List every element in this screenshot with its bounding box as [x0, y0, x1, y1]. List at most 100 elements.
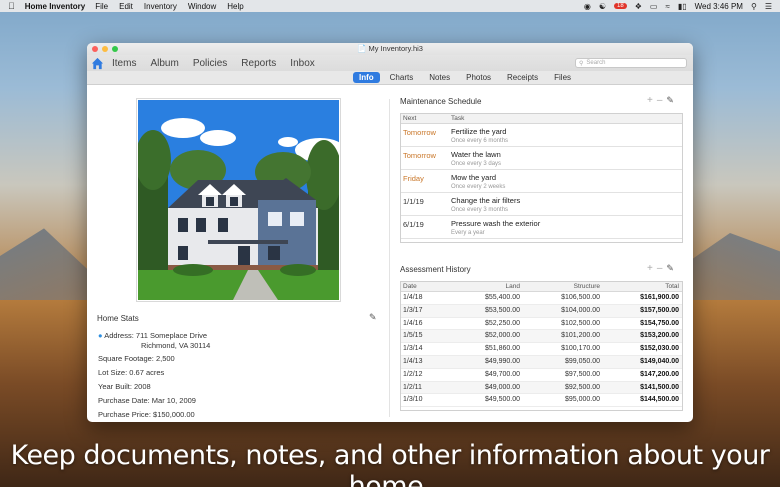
map-pin-icon[interactable]: ● — [98, 331, 103, 340]
apple-icon[interactable]:  — [8, 1, 15, 11]
assessment-structure: $106,500.00 — [561, 294, 600, 301]
maintenance-task: Fertilize the yard — [451, 127, 507, 136]
home-icon[interactable] — [91, 57, 104, 70]
nav-inbox[interactable]: Inbox — [290, 58, 314, 69]
col-land[interactable]: Land — [506, 283, 520, 290]
assessment-land: $55,400.00 — [484, 294, 520, 301]
address-line1: 711 Someplace Drive — [135, 331, 208, 340]
assessment-row[interactable]: 1/5/15 $52,000.00 $101,200.00 $153,200.00 — [401, 330, 682, 344]
notification-badge[interactable]: 18 — [614, 3, 627, 9]
edit-home-stats-pencil-icon[interactable]: ✎ — [369, 312, 377, 323]
assessment-land: $52,000.00 — [484, 332, 520, 340]
col-total[interactable]: Total — [665, 283, 679, 290]
stat-lot-size: Lot Size: 0.67 acres — [98, 368, 165, 377]
remove-maintenance-minus-icon[interactable]: – — [657, 95, 663, 106]
tab-files[interactable]: Files — [548, 72, 577, 83]
zoom-button[interactable] — [112, 46, 118, 52]
maintenance-task: Change the air filters — [451, 196, 521, 205]
tab-photos[interactable]: Photos — [460, 72, 497, 83]
assessment-row[interactable]: 1/2/12 $49,700.00 $97,500.00 $147,200.00 — [401, 369, 682, 382]
assessment-total: $153,200.00 — [640, 332, 679, 340]
address-line2: Richmond, VA 30114 — [141, 341, 211, 350]
assessment-row[interactable]: 1/4/16 $52,250.00 $102,500.00 $154,750.00 — [401, 318, 682, 331]
menu-help[interactable]: Help — [227, 2, 243, 11]
menu-file[interactable]: File — [95, 2, 108, 11]
spotlight-search-icon[interactable]: ⚲ — [751, 2, 757, 11]
tab-notes[interactable]: Notes — [423, 72, 456, 83]
tab-info[interactable]: Info — [352, 72, 380, 83]
house-image — [138, 100, 339, 300]
title-bar: 📄 My Inventory.hi3 — [87, 43, 693, 55]
search-icon: ⚲ — [579, 60, 584, 67]
assessment-structure: $101,200.00 — [561, 332, 600, 340]
col-date[interactable]: Date — [403, 283, 417, 290]
maintenance-row[interactable]: Friday Mow the yard Once every 2 weeks — [401, 170, 682, 193]
stat-purchase-date: Purchase Date: Mar 10, 2009 — [98, 396, 196, 405]
assessment-row[interactable]: 1/3/10 $49,500.00 $95,000.00 $144,500.00 — [401, 394, 682, 408]
edit-maintenance-pencil-icon[interactable]: ✎ — [666, 95, 674, 106]
assessment-total: $147,200.00 — [640, 370, 679, 378]
menu-inventory[interactable]: Inventory — [144, 2, 177, 11]
maintenance-row[interactable]: 6/1/19 Pressure wash the exterior Every a … — [401, 216, 682, 239]
dropbox-icon[interactable]: ❖ — [635, 2, 642, 11]
assessment-total: $154,750.00 — [640, 319, 679, 327]
assessment-row[interactable]: 1/4/18 $55,400.00 $106,500.00 $161,900.00 — [401, 292, 682, 305]
marketing-caption: Keep documents, notes, and other informa… — [10, 440, 770, 487]
assessment-row[interactable]: 1/3/17 $53,500.00 $104,000.00 $157,500.00 — [401, 304, 682, 318]
menu-clock[interactable]: Wed 3:46 PM — [695, 2, 743, 11]
assessment-date: 1/3/17 — [403, 306, 423, 314]
menu-app-name[interactable]: Home Inventory — [25, 2, 85, 11]
maintenance-next: Tomorrow — [403, 151, 436, 160]
edit-assessment-pencil-icon[interactable]: ✎ — [666, 263, 674, 274]
assessment-row[interactable]: 1/4/13 $49,990.00 $99,050.00 $149,040.00 — [401, 355, 682, 369]
subtab-bar: Info Charts Notes Photos Receipts Files — [87, 71, 693, 85]
menu-edit[interactable]: Edit — [119, 2, 133, 11]
maintenance-row[interactable]: Tomorrow Water the lawn Once every 3 days — [401, 147, 682, 170]
maintenance-task: Water the lawn — [451, 150, 501, 159]
tab-receipts[interactable]: Receipts — [501, 72, 544, 83]
minimize-button[interactable] — [102, 46, 108, 52]
col-structure[interactable]: Structure — [574, 283, 600, 290]
col-next[interactable]: Next — [403, 115, 416, 122]
wifi-icon[interactable]: ≈ — [665, 2, 669, 11]
add-assessment-plus-icon[interactable]: + — [647, 263, 653, 274]
maintenance-next: Friday — [403, 174, 424, 183]
airplay-icon[interactable]: ▭ — [650, 2, 658, 11]
nav-album[interactable]: Album — [150, 58, 178, 69]
assessment-date: 1/3/14 — [403, 345, 423, 353]
maintenance-frequency: Every a year — [451, 230, 485, 236]
home-photo[interactable] — [136, 98, 341, 302]
assessment-land: $49,990.00 — [484, 357, 520, 365]
notification-center-icon[interactable]: ☰ — [765, 2, 772, 11]
nav-policies[interactable]: Policies — [193, 58, 227, 69]
assessment-date: 1/4/16 — [403, 319, 423, 327]
battery-icon[interactable]: ▮▯ — [678, 2, 687, 11]
close-button[interactable] — [92, 46, 98, 52]
nav-items[interactable]: Items — [112, 58, 136, 69]
app-window: 📄 My Inventory.hi3 Items Album Policies … — [87, 43, 693, 422]
maintenance-next: 1/1/19 — [403, 197, 424, 206]
assessment-row[interactable]: 1/2/11 $49,000.00 $92,500.00 $141,500.00 — [401, 381, 682, 395]
menu-window[interactable]: Window — [188, 2, 216, 11]
search-input[interactable]: ⚲ Search — [575, 58, 687, 68]
assessment-row[interactable]: 1/3/14 $51,860.00 $100,170.00 $152,030.00 — [401, 343, 682, 356]
assessment-total: $149,040.00 — [640, 357, 679, 365]
assessment-land: $53,500.00 — [484, 306, 520, 314]
maintenance-task: Pressure wash the exterior — [451, 219, 541, 228]
maintenance-row[interactable]: 1/1/19 Change the air filters Once every 3… — [401, 193, 682, 216]
maintenance-table: Next Task Tomorrow Fertilize the yard Once… — [400, 113, 683, 243]
nav-reports[interactable]: Reports — [241, 58, 276, 69]
assessment-title: Assessment History — [400, 265, 471, 274]
add-maintenance-plus-icon[interactable]: + — [647, 95, 653, 106]
assessment-total: $152,030.00 — [640, 345, 679, 353]
remove-assessment-minus-icon[interactable]: – — [657, 263, 663, 274]
creative-cloud-icon[interactable]: ☯ — [599, 2, 606, 11]
maintenance-frequency: Once every 2 weeks — [451, 184, 506, 190]
col-task[interactable]: Task — [451, 115, 464, 122]
maintenance-header: Next Task — [401, 114, 682, 124]
maintenance-next: Tomorrow — [403, 128, 436, 137]
maintenance-row[interactable]: Tomorrow Fertilize the yard Once every 6 m… — [401, 124, 682, 147]
eye-icon[interactable]: ◉ — [584, 2, 591, 11]
assessment-controls: + – ✎ — [647, 263, 674, 274]
tab-charts[interactable]: Charts — [384, 72, 420, 83]
